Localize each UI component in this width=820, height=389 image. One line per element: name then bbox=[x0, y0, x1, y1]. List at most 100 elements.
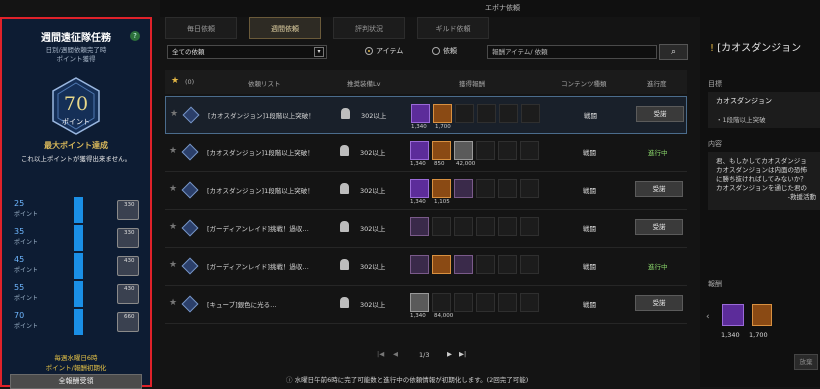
tier-points: 55 bbox=[14, 283, 25, 292]
points-value: 70 bbox=[63, 93, 89, 115]
search-input[interactable]: 報酬アイテム/ 依頼 bbox=[487, 45, 657, 59]
quest-name: [カオスダンジョン]1段階以上突破！ bbox=[208, 112, 315, 120]
reward-slot-icon bbox=[499, 104, 518, 123]
helmet-icon bbox=[340, 183, 349, 194]
quest-emblem-icon bbox=[181, 143, 199, 161]
reward-slot-icon[interactable] bbox=[410, 141, 429, 160]
table-row[interactable]: ★ [キューブ]銀色に光る… 302以上 1,340 84,000 戦闘 受諾 bbox=[165, 286, 687, 324]
reward-qty: 1,340 bbox=[410, 161, 426, 167]
helmet-icon bbox=[341, 108, 350, 119]
favorite-star-icon[interactable]: ★ bbox=[169, 260, 177, 270]
header-reward: 獲得報酬 bbox=[459, 80, 485, 88]
table-row[interactable]: ★ [カオスダンジョン]1段階以上突破！ 302以上 1,340 1,105 戦… bbox=[165, 172, 687, 210]
window-title: エポナ依頼 bbox=[485, 4, 520, 12]
goal-item: ・1段階以上突破 bbox=[716, 116, 766, 124]
reward-slot-icon bbox=[498, 293, 517, 312]
accept-button[interactable]: 受諾 bbox=[636, 106, 684, 122]
page-indicator: 1/3 bbox=[419, 351, 430, 359]
prev-page-icon[interactable]: ◀ bbox=[393, 350, 398, 358]
table-row[interactable]: ★ [カオスダンジョン]1段階以上突破！ 302以上 1,340 850 42,… bbox=[165, 134, 687, 172]
goal-label: 目標 bbox=[708, 80, 722, 88]
favorite-star-icon[interactable]: ★ bbox=[171, 76, 179, 86]
reward-slot-icon[interactable] bbox=[454, 255, 473, 274]
reward-slot-icon bbox=[476, 217, 495, 236]
reward-slot-icon bbox=[520, 293, 539, 312]
help-icon[interactable]: ? bbox=[130, 31, 140, 41]
reward-prev-icon[interactable]: ‹ bbox=[706, 312, 710, 322]
first-page-icon[interactable]: |◀ bbox=[377, 350, 384, 358]
reward-purple-item-icon[interactable] bbox=[722, 304, 744, 326]
favorite-star-icon[interactable]: ★ bbox=[169, 184, 177, 194]
reward-slot-icon[interactable] bbox=[432, 255, 451, 274]
reward-slot-icon bbox=[432, 217, 451, 236]
quest-name: [カオスダンジョン]1段階以上突破！ bbox=[207, 187, 314, 195]
detail-title: ! [カオスダンジョン bbox=[710, 43, 802, 54]
tab-guild[interactable]: ギルド依頼 bbox=[417, 17, 489, 39]
reward-slot-icon bbox=[476, 255, 495, 274]
favorite-star-icon[interactable]: ★ bbox=[169, 146, 177, 156]
reward-slot-icon[interactable] bbox=[454, 179, 473, 198]
goal-name: カオスダンジョン bbox=[716, 97, 772, 105]
accept-button[interactable]: 受諾 bbox=[635, 181, 683, 197]
reward-slot-icon[interactable] bbox=[454, 141, 473, 160]
pagination: |◀ ◀ 1/3 ▶ ▶| bbox=[377, 350, 477, 362]
footer-note: ⓘ 水曜日午前6時に完了可能数と進行中の依頼情報が初期化します。(2回完了可能) bbox=[286, 376, 529, 384]
description-box: 君、もしかしてカオスダンジョ カオスダンジョンは内面の恐怖 に勝ち抜ければしてみない… bbox=[708, 152, 820, 210]
reward-slot-icon[interactable] bbox=[432, 141, 451, 160]
reward-slot-icon[interactable] bbox=[432, 179, 451, 198]
chevron-down-icon[interactable]: ▾ bbox=[314, 47, 324, 57]
tier-progress-bar bbox=[74, 281, 83, 307]
tier-unit: ポイント bbox=[14, 211, 39, 218]
reward-qty: 84,000 bbox=[434, 313, 454, 319]
radio-item-label: アイテム bbox=[376, 47, 404, 55]
last-page-icon[interactable]: ▶| bbox=[459, 350, 466, 358]
accept-button[interactable]: 受諾 bbox=[635, 219, 683, 235]
accept-button[interactable]: 受諾 bbox=[635, 295, 683, 311]
search-icon[interactable]: ⌕ bbox=[659, 44, 688, 60]
helmet-icon bbox=[340, 145, 349, 156]
reward-slot-icon bbox=[498, 217, 517, 236]
favorite-star-icon[interactable]: ★ bbox=[169, 222, 177, 232]
content-type: 戦闘 bbox=[583, 149, 596, 157]
quest-filter-select[interactable]: 全ての依頼 ▾ bbox=[167, 45, 327, 59]
tab-daily[interactable]: 毎日依頼 bbox=[165, 17, 237, 39]
reward-slot-icon[interactable] bbox=[411, 104, 430, 123]
item-level: 302以上 bbox=[360, 187, 386, 195]
radio-quest[interactable] bbox=[432, 47, 440, 55]
panel-subtitle: 日別/週間依頼完了時 ポイント獲得 bbox=[45, 46, 107, 63]
tier-points: 25 bbox=[14, 199, 25, 208]
reward-orange-item-icon[interactable] bbox=[752, 304, 772, 326]
favorite-count: (0) bbox=[185, 78, 195, 86]
reward-list bbox=[410, 217, 570, 247]
table-row[interactable]: ★ [ガーディアンレイド]挑戦！過収… 302以上 戦闘 受諾 bbox=[165, 210, 687, 248]
reward-slot-icon[interactable] bbox=[410, 293, 429, 312]
reward-slot-icon bbox=[454, 217, 473, 236]
favorite-star-icon[interactable]: ★ bbox=[170, 109, 178, 119]
favorite-star-icon[interactable]: ★ bbox=[169, 298, 177, 308]
tier-progress-bar bbox=[74, 309, 83, 335]
reward-qty: 1,105 bbox=[434, 199, 450, 205]
tier-unit: ポイント bbox=[14, 323, 39, 330]
reward-slot-icon[interactable] bbox=[433, 104, 452, 123]
abandon-button[interactable]: 放棄 bbox=[794, 354, 818, 370]
reward-slot-icon[interactable] bbox=[410, 217, 429, 236]
points-emblem: 70 ポイント bbox=[52, 77, 100, 135]
tier-reward-qty: 330 bbox=[124, 202, 135, 208]
tier-progress-bar bbox=[74, 197, 83, 223]
next-page-icon[interactable]: ▶ bbox=[447, 350, 452, 358]
tab-weekly[interactable]: 週間依頼 bbox=[249, 17, 321, 39]
tier-row: 25 ポイント 330 bbox=[8, 197, 148, 223]
reward-slot-icon[interactable] bbox=[410, 179, 429, 198]
table-row[interactable]: ★ [カオスダンジョン]1段階以上突破！ 302以上 1,340 1,700 戦… bbox=[165, 96, 687, 134]
quest-name: [キューブ]銀色に光る… bbox=[207, 301, 277, 309]
tab-reputation[interactable]: 評判状況 bbox=[333, 17, 405, 39]
radio-item[interactable] bbox=[365, 47, 373, 55]
table-row[interactable]: ★ [ガーディアンレイド]挑戦！過収… 302以上 戦闘 進行中 bbox=[165, 248, 687, 286]
reward-qty-2: 1,700 bbox=[749, 331, 768, 339]
helmet-icon bbox=[340, 259, 349, 270]
reward-slot-icon[interactable] bbox=[410, 255, 429, 274]
reset-note-time: 毎週水曜日6時 bbox=[54, 354, 98, 362]
tier-row: 45 ポイント 430 bbox=[8, 253, 148, 279]
goal-box: カオスダンジョン ・1段階以上突破 bbox=[708, 92, 820, 128]
panel-title: 週間遠征隊任務 bbox=[41, 33, 111, 44]
